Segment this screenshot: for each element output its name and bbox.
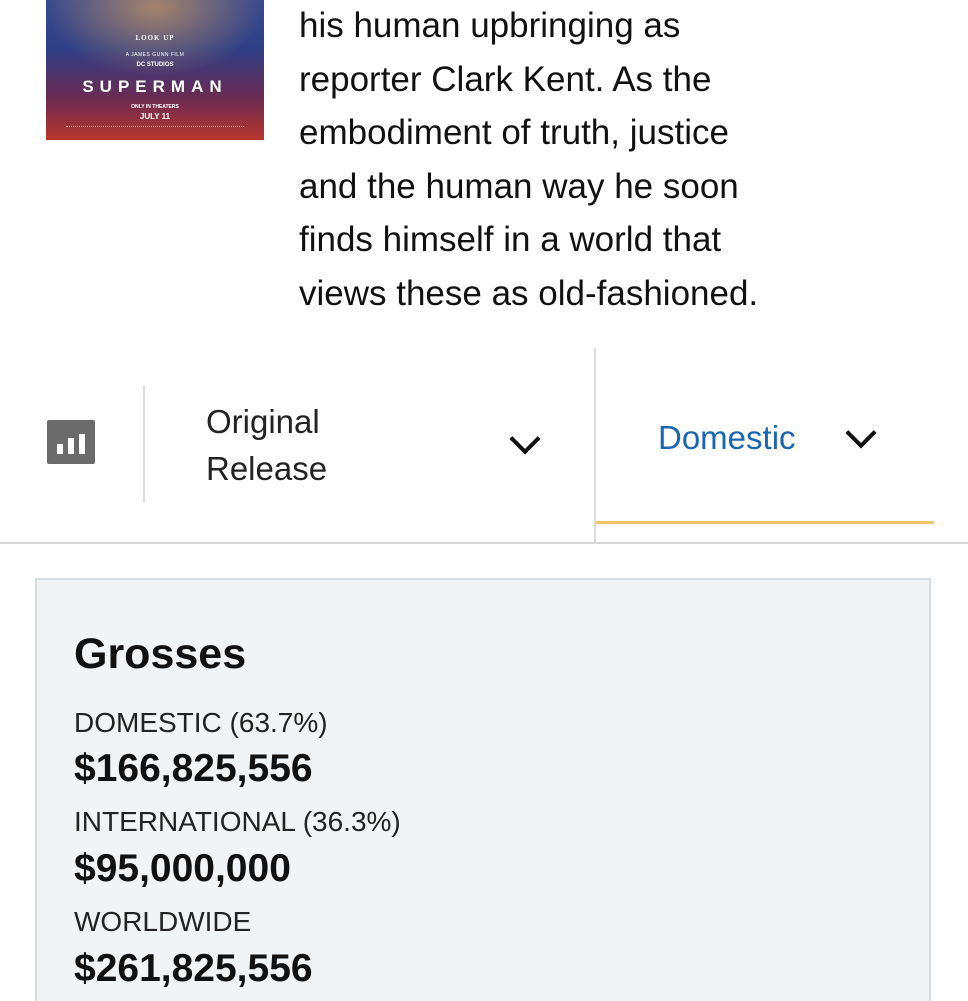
filter-bar: Original Release Domestic <box>0 348 968 544</box>
poster-title: SUPERMAN <box>82 77 228 96</box>
poster-studio-logo: DC STUDIOS <box>136 62 174 68</box>
grosses-heading: Grosses <box>74 630 247 678</box>
worldwide-gross-label: WORLDWIDE <box>74 906 252 937</box>
grosses-panel: Grosses DOMESTIC (63.7%) $166,825,556 IN… <box>35 578 931 1001</box>
chevron-down-icon <box>509 423 541 455</box>
international-gross-value: $95,000,000 <box>74 847 291 890</box>
poster-billing-block <box>66 126 244 131</box>
filter-bar-rule <box>0 542 968 544</box>
release-dropdown[interactable]: Original Release <box>206 398 566 498</box>
bar-chart-icon[interactable] <box>47 420 95 464</box>
synopsis-line: views these as old-fashioned. <box>299 273 759 313</box>
poster-release-date: JULY 11 <box>139 112 171 121</box>
release-dropdown-label: Original Release <box>206 398 327 492</box>
international-gross-label: INTERNATIONAL (36.3%) <box>74 806 401 837</box>
bar-chart-icon-bar <box>57 444 63 454</box>
region-dropdown[interactable]: Domestic <box>596 348 934 524</box>
region-dropdown-label: Domestic <box>658 419 796 456</box>
poster-film-credit: A JAMES GUNN FILM <box>125 52 185 58</box>
release-dropdown-label-line: Original <box>206 403 320 440</box>
bar-chart-icon-bar <box>79 434 85 454</box>
poster-tagline: LOOK UP <box>135 34 175 42</box>
worldwide-gross-value: $261,825,556 <box>74 947 313 990</box>
bar-chart-icon-bar <box>68 438 74 454</box>
synopsis-line: and the human way he soon <box>299 166 739 206</box>
chevron-down-icon <box>845 417 877 449</box>
synopsis-line: his human upbringing as <box>299 6 681 45</box>
synopsis-line: reporter Clark Kent. As the <box>299 59 712 99</box>
filter-divider <box>143 386 145 502</box>
synopsis-text: his human upbringing as reporter Clark K… <box>299 0 939 320</box>
region-active-underline <box>596 521 934 524</box>
movie-poster[interactable]: LOOK UP A JAMES GUNN FILM DC STUDIOS SUP… <box>46 0 264 140</box>
domestic-gross-value: $166,825,556 <box>74 747 313 790</box>
synopsis-line: embodiment of truth, justice <box>299 113 729 152</box>
domestic-gross-label: DOMESTIC (63.7%) <box>74 707 328 738</box>
movie-page: LOOK UP A JAMES GUNN FILM DC STUDIOS SUP… <box>0 0 968 1001</box>
release-dropdown-label-line: Release <box>206 450 328 487</box>
synopsis-line: finds himself in a world that <box>299 220 722 259</box>
poster-only-in-theaters: ONLY IN THEATERS <box>131 104 179 110</box>
